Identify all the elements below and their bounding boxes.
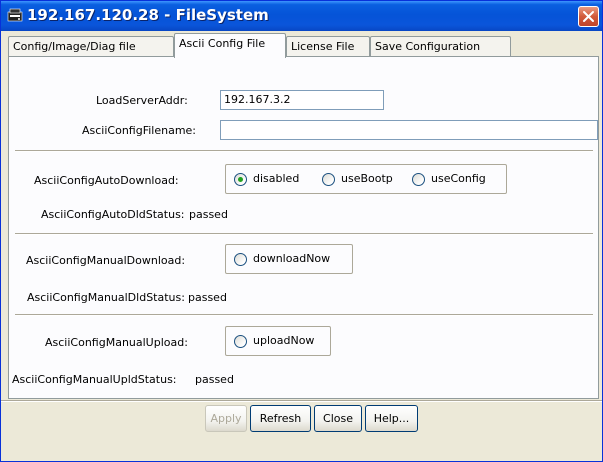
- tab-ascii-config-file[interactable]: Ascii Config File: [174, 33, 286, 58]
- manual-download-radio-group: downloadNow: [225, 244, 353, 274]
- ascii-config-filename-input[interactable]: [220, 120, 598, 140]
- separator: [15, 150, 593, 152]
- apply-button[interactable]: Apply: [205, 405, 247, 432]
- tab-config-image-diag[interactable]: Config/Image/Diag file: [8, 36, 174, 57]
- load-server-addr-label: LoadServerAddr:: [96, 94, 188, 107]
- title-bar[interactable]: 192.167.120.28 - FileSystem: [1, 1, 602, 31]
- radio-useconfig[interactable]: [412, 173, 425, 186]
- manual-download-label: AsciiConfigManualDownload:: [26, 254, 186, 267]
- separator: [15, 314, 593, 316]
- auto-download-radio-group: disabled useBootp useConfig: [225, 164, 507, 194]
- auto-dld-status-value: passed: [189, 208, 228, 221]
- manual-upld-status-label: AsciiConfigManualUpldStatus:: [12, 373, 177, 386]
- window-title: 192.167.120.28 - FileSystem: [27, 6, 269, 24]
- filesystem-icon: [7, 7, 23, 23]
- radio-useconfig-label[interactable]: useConfig: [431, 172, 486, 186]
- close-x-icon: [583, 11, 594, 22]
- footer-separator: [1, 400, 602, 402]
- load-server-addr-input[interactable]: 192.167.3.2: [220, 90, 384, 110]
- radio-downloadnow[interactable]: [234, 253, 247, 266]
- radio-selected-dot: [238, 177, 243, 182]
- radio-usebootp-label[interactable]: useBootp: [341, 172, 393, 186]
- ascii-config-panel: LoadServerAddr: 192.167.3.2 AsciiConfigF…: [8, 56, 599, 399]
- tab-license-file[interactable]: License File: [286, 36, 370, 57]
- auto-download-label: AsciiConfigAutoDownload:: [34, 174, 179, 187]
- radio-uploadnow[interactable]: [234, 335, 247, 348]
- separator: [15, 233, 593, 235]
- manual-upload-radio-group: uploadNow: [225, 326, 331, 356]
- refresh-button[interactable]: Refresh: [250, 405, 311, 432]
- close-button[interactable]: Close: [314, 405, 362, 432]
- filesystem-window: 192.167.120.28 - FileSystem Config/Image…: [0, 0, 603, 462]
- close-window-button[interactable]: [578, 6, 599, 27]
- radio-disabled-label[interactable]: disabled: [253, 172, 299, 186]
- manual-upld-status-value: passed: [195, 373, 234, 386]
- ascii-config-filename-label: AsciiConfigFilename:: [82, 124, 197, 137]
- auto-dld-status-label: AsciiConfigAutoDldStatus:: [41, 208, 185, 221]
- tab-save-configuration[interactable]: Save Configuration: [370, 36, 511, 57]
- manual-dld-status-value: passed: [188, 291, 227, 304]
- radio-usebootp[interactable]: [322, 173, 335, 186]
- manual-dld-status-label: AsciiConfigManualDldStatus:: [27, 291, 185, 304]
- help-button[interactable]: Help...: [365, 405, 418, 432]
- radio-downloadnow-label[interactable]: downloadNow: [253, 252, 330, 266]
- radio-uploadnow-label[interactable]: uploadNow: [253, 334, 314, 348]
- manual-upload-label: AsciiConfigManualUpload:: [45, 336, 188, 349]
- tab-strip: Config/Image/Diag file Ascii Config File…: [8, 33, 598, 58]
- radio-disabled[interactable]: [234, 173, 247, 186]
